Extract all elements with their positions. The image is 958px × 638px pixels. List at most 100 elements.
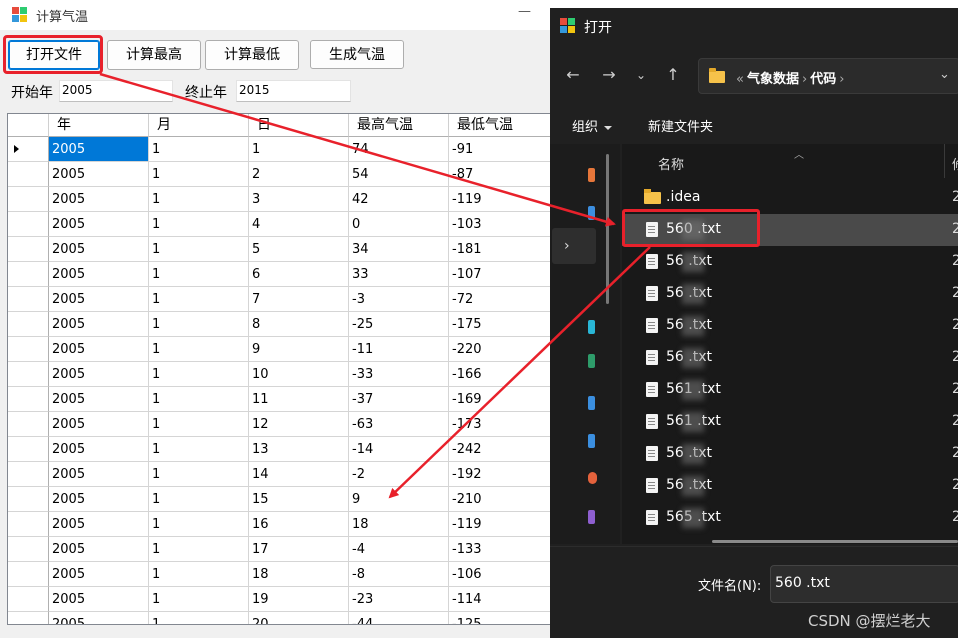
pictures-icon[interactable] xyxy=(588,434,595,448)
row-header[interactable] xyxy=(8,187,49,212)
cell-year[interactable]: 2005 xyxy=(49,437,149,462)
cell-day[interactable]: 18 xyxy=(249,562,349,587)
cell-month[interactable]: 1 xyxy=(149,337,249,362)
table-row[interactable]: 2005 1 18 -8 -106 xyxy=(8,562,550,587)
breadcrumb-weather-data[interactable]: 气象数据 xyxy=(747,72,799,87)
table-row[interactable]: 2005 1 19 -23 -114 xyxy=(8,587,550,612)
cell-day[interactable]: 8 xyxy=(249,312,349,337)
cell-month[interactable]: 1 xyxy=(149,562,249,587)
cell-max-temp[interactable]: 42 xyxy=(349,187,449,212)
cell-year[interactable]: 2005 xyxy=(49,212,149,237)
back-arrow-icon[interactable]: ← xyxy=(564,66,582,84)
cell-max-temp[interactable]: -4 xyxy=(349,537,449,562)
end-year-input[interactable]: 2015 xyxy=(236,80,351,102)
navigation-scrollbar[interactable] xyxy=(606,154,609,304)
table-row[interactable]: 2005 1 4 0 -103 xyxy=(8,212,550,237)
file-list-item[interactable]: 56 .txt2 xyxy=(622,438,958,470)
row-header[interactable] xyxy=(8,587,49,612)
cell-max-temp[interactable]: 33 xyxy=(349,262,449,287)
table-row[interactable]: 2005 1 17 -4 -133 xyxy=(8,537,550,562)
cell-year[interactable]: 2005 xyxy=(49,412,149,437)
cell-day[interactable]: 19 xyxy=(249,587,349,612)
cell-day[interactable]: 1 xyxy=(249,137,349,162)
cell-max-temp[interactable]: -23 xyxy=(349,587,449,612)
row-header[interactable] xyxy=(8,287,49,312)
cell-min-temp[interactable]: -220 xyxy=(449,337,550,362)
row-header[interactable] xyxy=(8,462,49,487)
documents-icon[interactable] xyxy=(588,396,595,410)
cell-year[interactable]: 2005 xyxy=(49,487,149,512)
cell-day[interactable]: 3 xyxy=(249,187,349,212)
cell-year[interactable]: 2005 xyxy=(49,162,149,187)
table-row[interactable]: 2005 1 3 42 -119 xyxy=(8,187,550,212)
cell-year[interactable]: 2005 xyxy=(49,562,149,587)
filename-input[interactable]: 560 .txt xyxy=(770,565,958,603)
row-header[interactable] xyxy=(8,137,49,162)
cell-max-temp[interactable]: -44 xyxy=(349,612,449,624)
table-row[interactable]: 2005 1 10 -33 -166 xyxy=(8,362,550,387)
cell-year[interactable]: 2005 xyxy=(49,137,149,162)
cell-month[interactable]: 1 xyxy=(149,262,249,287)
horizontal-scrollbar[interactable] xyxy=(712,540,958,543)
cell-year[interactable]: 2005 xyxy=(49,362,149,387)
cell-year[interactable]: 2005 xyxy=(49,387,149,412)
cell-month[interactable]: 1 xyxy=(149,537,249,562)
cell-day[interactable]: 2 xyxy=(249,162,349,187)
table-row[interactable]: 2005 1 6 33 -107 xyxy=(8,262,550,287)
row-header[interactable] xyxy=(8,437,49,462)
music-icon[interactable] xyxy=(588,354,595,368)
file-list-item[interactable]: 56 .txt2 xyxy=(622,278,958,310)
cell-month[interactable]: 1 xyxy=(149,212,249,237)
address-breadcrumb[interactable]: «气象数据 › 代码 › xyxy=(733,68,847,87)
table-row[interactable]: 2005 1 1 74 -91 xyxy=(8,137,550,162)
cell-min-temp[interactable]: -166 xyxy=(449,362,550,387)
cell-day[interactable]: 6 xyxy=(249,262,349,287)
table-row[interactable]: 2005 1 16 18 -119 xyxy=(8,512,550,537)
file-list-item[interactable]: 565 .txt 2 xyxy=(622,502,958,534)
cell-max-temp[interactable]: 18 xyxy=(349,512,449,537)
cell-min-temp[interactable]: -114 xyxy=(449,587,550,612)
forward-arrow-icon[interactable]: → xyxy=(600,66,618,84)
cell-min-temp[interactable]: -119 xyxy=(449,512,550,537)
row-header[interactable] xyxy=(8,262,49,287)
cell-year[interactable]: 2005 xyxy=(49,262,149,287)
file-list-item[interactable]: 56 .txt2 xyxy=(622,310,958,342)
row-header[interactable] xyxy=(8,537,49,562)
cell-day[interactable]: 14 xyxy=(249,462,349,487)
row-header[interactable] xyxy=(8,362,49,387)
cell-max-temp[interactable]: -11 xyxy=(349,337,449,362)
cell-year[interactable]: 2005 xyxy=(49,537,149,562)
cell-min-temp[interactable]: -87 xyxy=(449,162,550,187)
cell-max-temp[interactable]: 0 xyxy=(349,212,449,237)
cell-year[interactable]: 2005 xyxy=(49,312,149,337)
cell-month[interactable]: 1 xyxy=(149,487,249,512)
cell-min-temp[interactable]: -175 xyxy=(449,312,550,337)
cell-day[interactable]: 12 xyxy=(249,412,349,437)
breadcrumb-code[interactable]: 代码 xyxy=(810,72,836,87)
cell-month[interactable]: 1 xyxy=(149,412,249,437)
column-header-min-temp[interactable]: 最低气温 xyxy=(449,114,550,137)
column-name-header[interactable]: 名称 xyxy=(658,154,684,173)
calc-min-button[interactable]: 计算最低 xyxy=(205,40,299,70)
table-row[interactable]: 2005 1 20 -44 -125 xyxy=(8,612,550,624)
table-row[interactable]: 2005 1 9 -11 -220 xyxy=(8,337,550,362)
table-row[interactable]: 2005 1 15 9 -210 xyxy=(8,487,550,512)
cell-min-temp[interactable]: -210 xyxy=(449,487,550,512)
file-list-item[interactable]: 561 .txt 2 xyxy=(622,374,958,406)
start-year-input[interactable]: 2005 xyxy=(59,80,173,102)
row-header[interactable] xyxy=(8,237,49,262)
expand-pane-chevron-icon[interactable]: › xyxy=(552,228,596,264)
cell-month[interactable]: 1 xyxy=(149,462,249,487)
cell-month[interactable]: 1 xyxy=(149,287,249,312)
file-list-item[interactable]: 56 .txt2 xyxy=(622,470,958,502)
cell-min-temp[interactable]: -119 xyxy=(449,187,550,212)
table-row[interactable]: 2005 1 14 -2 -192 xyxy=(8,462,550,487)
calc-max-button[interactable]: 计算最高 xyxy=(107,40,201,70)
grid-corner-cell[interactable] xyxy=(8,114,49,137)
cell-max-temp[interactable]: 54 xyxy=(349,162,449,187)
cell-year[interactable]: 2005 xyxy=(49,337,149,362)
cell-day[interactable]: 5 xyxy=(249,237,349,262)
row-header[interactable] xyxy=(8,387,49,412)
table-row[interactable]: 2005 1 13 -14 -242 xyxy=(8,437,550,462)
column-modified-header[interactable]: 修 xyxy=(952,154,958,173)
